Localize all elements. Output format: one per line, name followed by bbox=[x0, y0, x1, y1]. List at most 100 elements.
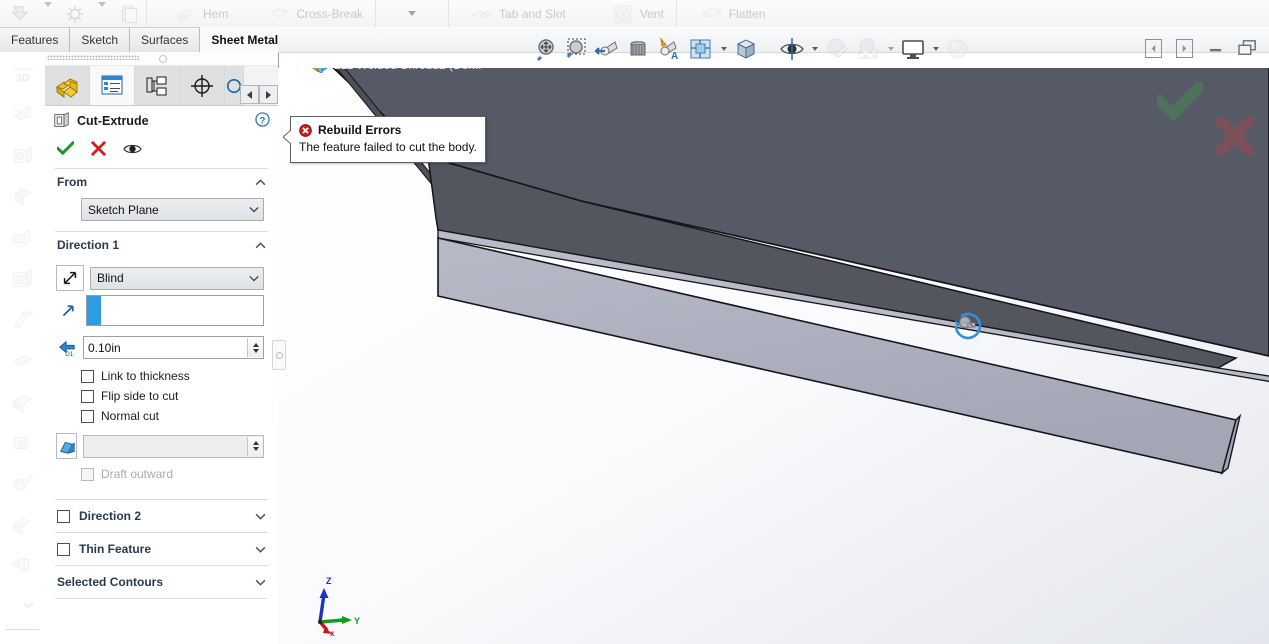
tab-sketch[interactable]: Sketch bbox=[70, 27, 131, 52]
gear-dropdown[interactable] bbox=[98, 1, 106, 21]
link-to-thickness-checkbox[interactable] bbox=[81, 369, 94, 383]
chevron-down-icon[interactable] bbox=[255, 542, 266, 556]
start-condition-select[interactable]: Sketch Plane bbox=[81, 198, 264, 221]
view-orientation-button[interactable]: A bbox=[655, 29, 685, 69]
normal-cut-checkbox[interactable] bbox=[81, 409, 94, 423]
apply-scene-button[interactable] bbox=[853, 29, 883, 69]
chevron-up-icon[interactable] bbox=[255, 175, 266, 189]
strip-item-convert-to-sheet-metal[interactable] bbox=[0, 134, 45, 175]
restore-button[interactable] bbox=[1235, 37, 1261, 59]
strip-item-corner-trim[interactable] bbox=[0, 462, 45, 503]
tab-property-manager[interactable] bbox=[90, 66, 135, 105]
help-icon[interactable]: ? bbox=[255, 111, 270, 130]
thin-feature-checkbox[interactable] bbox=[57, 542, 70, 556]
section-direction2-header[interactable]: Direction 2 bbox=[45, 500, 278, 532]
previous-view-button[interactable] bbox=[593, 29, 623, 69]
chevron-down-icon[interactable] bbox=[255, 575, 266, 589]
apply-scene-dropdown[interactable] bbox=[884, 29, 897, 69]
zoom-to-fit-button[interactable] bbox=[531, 29, 561, 69]
expand-tree-arrow[interactable] bbox=[296, 68, 305, 71]
view-settings-dropdown[interactable] bbox=[929, 29, 942, 69]
reverse-direction-button[interactable] bbox=[56, 265, 84, 291]
manager-tab-scroll-left[interactable] bbox=[240, 85, 259, 104]
insert-bends-icon[interactable] bbox=[10, 4, 32, 24]
section-direction1-header[interactable]: Direction 1 bbox=[45, 232, 278, 258]
tab-features[interactable]: Features bbox=[0, 27, 71, 52]
ribbon-overflow-button[interactable] bbox=[399, 0, 425, 27]
section-from-header[interactable]: From bbox=[45, 169, 278, 195]
strip-item-3d-sketch[interactable]: 3D bbox=[0, 52, 45, 93]
strip-item-insert-bends[interactable] bbox=[0, 585, 45, 626]
draft-angle-value-input[interactable] bbox=[84, 436, 247, 456]
ribbon-command-tab-and-slot[interactable]: Tab and Slot bbox=[465, 1, 572, 26]
insert-bends-dropdown[interactable] bbox=[44, 1, 52, 21]
tab-sheet-metal[interactable]: Sheet Metal bbox=[200, 27, 291, 52]
link-to-thickness-row[interactable]: Link to thickness bbox=[45, 366, 278, 386]
manager-tab-scroll-right[interactable] bbox=[259, 85, 278, 104]
sheet-icon[interactable] bbox=[118, 4, 140, 24]
strip-item-jog[interactable] bbox=[0, 298, 45, 339]
strip-item-welded-corner[interactable] bbox=[0, 421, 45, 462]
tab-surfaces[interactable]: Surfaces bbox=[130, 27, 201, 52]
confirm-ok-icon[interactable] bbox=[1152, 78, 1208, 123]
edit-appearance-button[interactable] bbox=[822, 29, 852, 69]
chevron-down-icon[interactable] bbox=[23, 601, 34, 610]
confirm-cancel-icon[interactable] bbox=[1215, 116, 1255, 159]
depth-input[interactable] bbox=[83, 336, 264, 359]
panel-resize-handle[interactable] bbox=[272, 340, 286, 370]
section-view-button[interactable] bbox=[624, 29, 654, 69]
direction2-checkbox[interactable] bbox=[57, 509, 70, 523]
section-selected-contours-header[interactable]: Selected Contours bbox=[45, 566, 278, 598]
ribbon-command-vent[interactable]: Vent bbox=[606, 1, 670, 26]
draft-on-off-button[interactable] bbox=[56, 433, 77, 459]
ribbon-command-cross-break[interactable]: Cross-Break bbox=[262, 1, 369, 26]
view-cube-button[interactable] bbox=[731, 29, 761, 69]
strip-item-miter-flange[interactable] bbox=[0, 257, 45, 298]
accept-button[interactable] bbox=[55, 140, 76, 159]
hide-show-items-button[interactable] bbox=[777, 29, 807, 69]
flip-side-to-cut-row[interactable]: Flip side to cut bbox=[45, 386, 278, 406]
chevron-down-icon[interactable] bbox=[255, 509, 266, 523]
strip-item-edge-flange[interactable] bbox=[0, 216, 45, 257]
next-pane-button[interactable] bbox=[1173, 37, 1195, 59]
end-condition-select[interactable]: Blind bbox=[90, 266, 264, 290]
preview-eye-button[interactable] bbox=[123, 142, 142, 159]
document-title-bar[interactable]: 211 Welded Shroud2 (Def... bbox=[296, 68, 482, 73]
normal-cut-row[interactable]: Normal cut bbox=[45, 406, 278, 426]
zoom-to-area-button[interactable] bbox=[562, 29, 592, 69]
cancel-button[interactable] bbox=[90, 140, 107, 159]
display-style-dropdown[interactable] bbox=[717, 29, 730, 69]
sphere-preview-button[interactable] bbox=[943, 29, 973, 69]
section-direction1-body: Blind D1 0.10in Link to thickness Flip s… bbox=[45, 258, 278, 492]
display-style-button[interactable] bbox=[686, 29, 716, 69]
strip-item-lofted-bend[interactable] bbox=[0, 175, 45, 216]
draft-angle-input[interactable] bbox=[83, 434, 264, 458]
view-settings-button[interactable] bbox=[898, 29, 928, 69]
panel-grip[interactable] bbox=[45, 52, 278, 66]
gear-icon[interactable] bbox=[64, 4, 86, 24]
strip-item-closed-corner[interactable] bbox=[0, 380, 45, 421]
previous-pane-button[interactable] bbox=[1142, 37, 1164, 59]
lofted-bend-icon bbox=[13, 187, 32, 206]
grip-nub[interactable] bbox=[158, 55, 167, 63]
depth-stepper[interactable] bbox=[247, 338, 263, 357]
ribbon-group-flatten: Flatten bbox=[677, 0, 778, 27]
direction-vector-field[interactable] bbox=[86, 295, 264, 326]
section-thin-feature-header[interactable]: Thin Feature bbox=[45, 533, 278, 565]
depth-value-input[interactable] bbox=[84, 338, 247, 357]
ribbon-command-flatten[interactable]: Flatten bbox=[695, 1, 772, 26]
minimize-button[interactable] bbox=[1204, 37, 1226, 59]
ribbon-command-hem[interactable]: Hem bbox=[169, 1, 234, 26]
hide-show-dropdown[interactable] bbox=[808, 29, 821, 69]
chevron-up-icon[interactable] bbox=[255, 238, 266, 252]
strip-item-base-flange[interactable] bbox=[0, 93, 45, 134]
flip-side-to-cut-checkbox[interactable] bbox=[81, 389, 94, 403]
strip-item-fold[interactable] bbox=[0, 544, 45, 585]
strip-item-forming-tool[interactable] bbox=[0, 503, 45, 544]
strip-item-sketched-bend[interactable] bbox=[0, 339, 45, 380]
tab-feature-manager[interactable] bbox=[45, 66, 90, 105]
tab-configuration-manager[interactable] bbox=[135, 66, 180, 105]
draft-angle-stepper[interactable] bbox=[247, 436, 263, 456]
graphics-area[interactable]: 211 Welded Shroud2 (Def... bbox=[278, 68, 1269, 644]
tab-dimxpert-manager[interactable] bbox=[180, 66, 225, 105]
